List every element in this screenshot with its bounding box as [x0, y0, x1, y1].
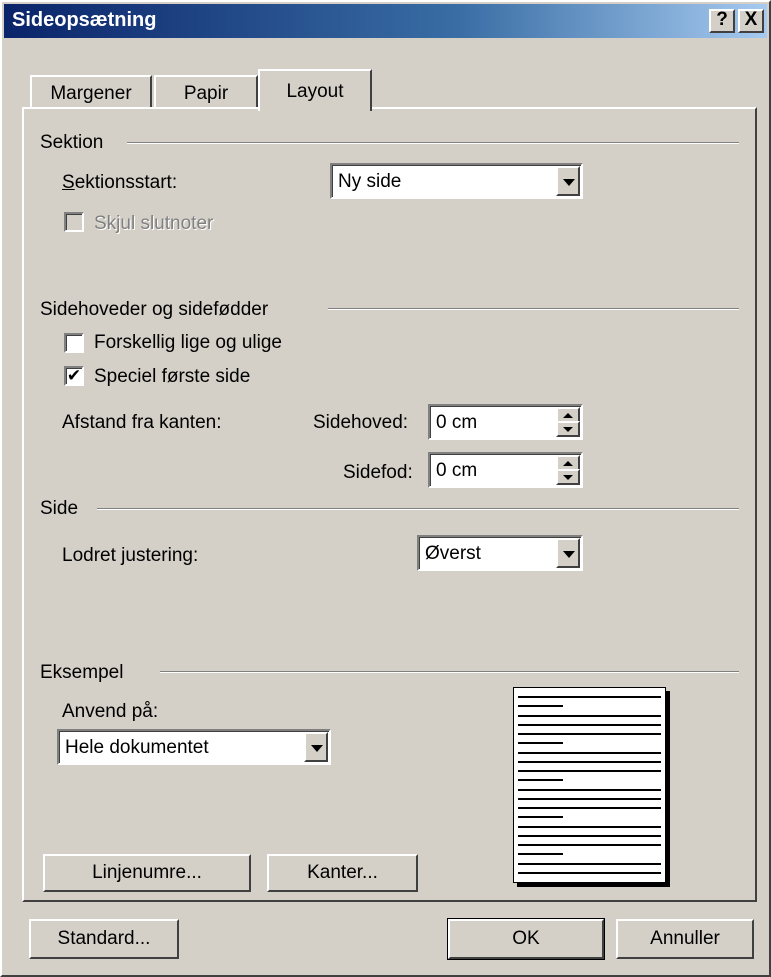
section-start-mnemonic: S	[62, 172, 75, 193]
chevron-down-icon[interactable]	[556, 166, 580, 196]
vertical-alignment-label: Lodret justering:	[62, 545, 199, 566]
section-heading: Sektion	[40, 132, 104, 153]
first-page-label: Speciel første side	[94, 366, 251, 387]
footer-distance-spin[interactable]	[556, 455, 580, 485]
page-divider	[97, 508, 739, 510]
dialog-title: Sideopsætning	[12, 9, 157, 31]
suppress-endnotes-label: Skjul slutnoter	[94, 213, 214, 234]
apply-to-select[interactable]: Hele dokumentet	[57, 729, 331, 765]
vertical-alignment-select[interactable]: Øverst	[417, 535, 583, 571]
header-distance-spinner[interactable]: 0 cm	[428, 404, 583, 440]
footer-distance-value: 0 cm	[436, 460, 478, 481]
ok-button[interactable]: OK	[447, 918, 605, 960]
default-button[interactable]: Standard...	[29, 919, 179, 959]
cancel-button[interactable]: Annuller	[616, 919, 754, 959]
vertical-alignment-value: Øverst	[425, 543, 481, 564]
page-heading: Side	[40, 498, 79, 519]
section-start-select[interactable]: Ny side	[330, 163, 583, 199]
odd-even-label: Forskellig lige og ulige	[94, 332, 282, 353]
close-button[interactable]: X	[738, 9, 764, 33]
spin-down-icon[interactable]	[556, 469, 580, 485]
preview-divider	[160, 671, 739, 673]
footer-distance-label: Sidefod:	[343, 462, 413, 483]
apply-to-label: Anvend på:	[62, 701, 159, 722]
tab-layout[interactable]: Layout	[258, 69, 372, 111]
chevron-down-icon[interactable]	[304, 732, 328, 762]
section-start-rest: ektionsstart:	[74, 172, 178, 193]
header-distance-label: Sidehoved:	[313, 412, 409, 433]
line-numbers-button[interactable]: Linjenumre...	[43, 854, 251, 892]
spin-down-icon[interactable]	[556, 421, 580, 437]
apply-to-value: Hele dokumentet	[65, 737, 209, 758]
preview-heading: Eksempel	[40, 662, 124, 683]
headers-footers-heading: Sidehoveder og sidefødder	[40, 299, 269, 320]
help-button[interactable]: ?	[709, 9, 735, 33]
first-page-checkbox[interactable]: ✔	[64, 366, 84, 386]
tab-paper[interactable]: Papir	[154, 75, 258, 109]
header-distance-spin[interactable]	[556, 407, 580, 437]
section-start-value: Ny side	[338, 171, 402, 192]
tab-margins[interactable]: Margener	[30, 75, 152, 109]
headers-footers-divider	[328, 308, 739, 310]
odd-even-checkbox[interactable]	[64, 333, 84, 353]
checkmark-icon: ✔	[66, 366, 82, 385]
header-distance-value: 0 cm	[436, 412, 478, 433]
chevron-down-icon[interactable]	[556, 538, 580, 568]
section-start-label: Sektionsstart:	[62, 172, 177, 194]
distance-from-edge-label: Afstand fra kanten:	[62, 412, 222, 433]
title-bar: Sideopsætning ? X	[4, 4, 767, 38]
page-setup-dialog: Sideopsætning ? X Margener Papir Layout …	[0, 0, 771, 977]
section-divider	[127, 142, 739, 144]
borders-button[interactable]: Kanter...	[267, 854, 418, 892]
suppress-endnotes-checkbox	[64, 212, 84, 232]
footer-distance-spinner[interactable]: 0 cm	[428, 452, 583, 488]
page-preview-image	[513, 687, 666, 883]
